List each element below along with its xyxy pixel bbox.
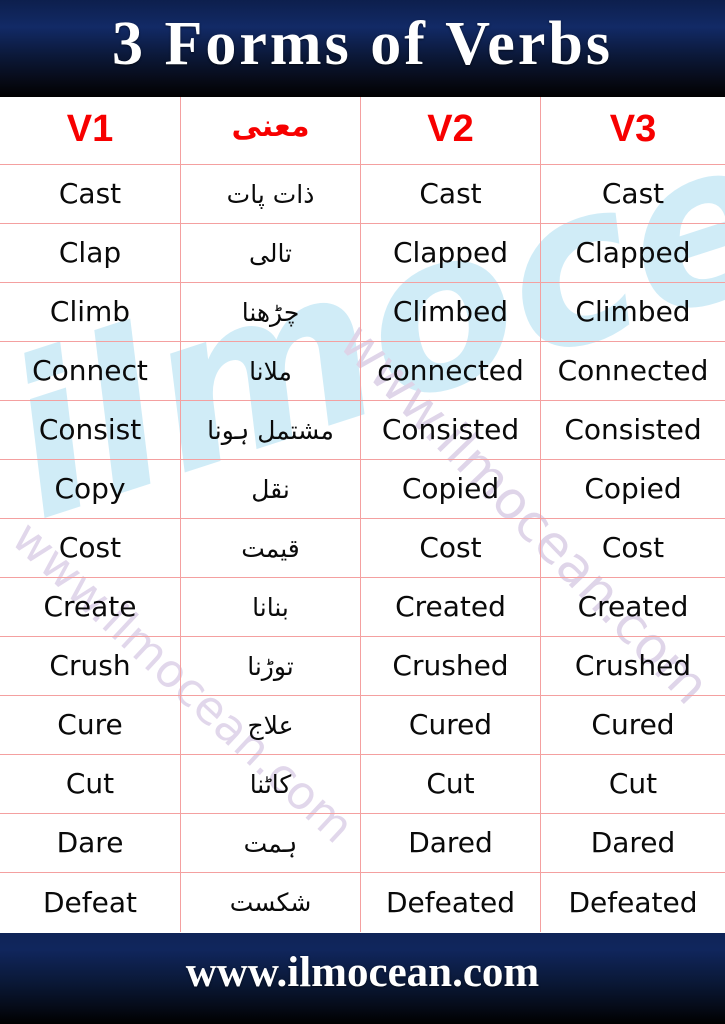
cell-meaning: قیمت: [181, 519, 361, 577]
table-row: Create بنانا Created Created: [0, 578, 725, 637]
cell-v1: Create: [0, 578, 181, 636]
cell-v1: Crush: [0, 637, 181, 695]
column-header-v1: V1: [0, 97, 181, 164]
table-row: Copy نقل Copied Copied: [0, 460, 725, 519]
cell-meaning: ہمت: [181, 814, 361, 872]
cell-v2: Clapped: [361, 224, 541, 282]
cell-v2: Cut: [361, 755, 541, 813]
cell-v2: Climbed: [361, 283, 541, 341]
cell-v2: Crushed: [361, 637, 541, 695]
cell-meaning: نقل: [181, 460, 361, 518]
cell-meaning: بنانا: [181, 578, 361, 636]
cell-v2: Cast: [361, 165, 541, 223]
cell-v2: Cost: [361, 519, 541, 577]
verb-forms-poster: 3 Forms of Verbs ilmocean www.ilmocean.c…: [0, 0, 725, 1024]
table-row: Cast ذات پات Cast Cast: [0, 165, 725, 224]
table-row: Consist مشتمل ہونا Consisted Consisted: [0, 401, 725, 460]
column-header-meaning: معنی: [181, 97, 361, 164]
cell-v3: Consisted: [564, 413, 702, 446]
cell-v1: Cast: [0, 165, 181, 223]
column-header-v3: V3: [609, 107, 657, 150]
table-row: Cure علاج Cured Cured: [0, 696, 725, 755]
cell-v1: Connect: [0, 342, 181, 400]
page-title: 3 Forms of Verbs: [112, 9, 613, 78]
cell-meaning: چڑھنا: [181, 283, 361, 341]
cell-v3: Crushed: [574, 649, 692, 682]
cell-meaning: علاج: [181, 696, 361, 754]
cell-v3: Cut: [608, 767, 658, 800]
cell-v3: Clapped: [575, 236, 691, 269]
cell-v2: Consisted: [361, 401, 541, 459]
column-header-v2: V2: [361, 97, 541, 164]
cell-v3: Connected: [557, 354, 709, 387]
cell-meaning: ذات پات: [181, 165, 361, 223]
table-row: Crush توڑنا Crushed Crushed: [0, 637, 725, 696]
cell-v2: Dared: [361, 814, 541, 872]
cell-meaning: ملانا: [181, 342, 361, 400]
cell-v3: Cured: [591, 708, 675, 741]
verb-forms-table: V1 معنی V2 V3 Cast ذات پات Cast Cast Cla…: [0, 97, 725, 933]
bottom-banner: www.ilmocean.com: [0, 933, 725, 1024]
cell-v2: Copied: [361, 460, 541, 518]
cell-v1: Cure: [0, 696, 181, 754]
cell-v1: Climb: [0, 283, 181, 341]
table-row: Climb چڑھنا Climbed Climbed: [0, 283, 725, 342]
table-row: Defeat شکست Defeated Defeated: [0, 873, 725, 932]
cell-meaning: تالی: [181, 224, 361, 282]
cell-meaning: شکست: [181, 873, 361, 932]
cell-v3: Copied: [584, 472, 682, 505]
cell-v3: Defeated: [568, 885, 698, 919]
cell-v1: Clap: [0, 224, 181, 282]
cell-v1: Dare: [0, 814, 181, 872]
cell-v2: Defeated: [361, 873, 541, 932]
cell-v3: Dared: [590, 826, 676, 859]
cell-v2: connected: [361, 342, 541, 400]
cell-v1: Cost: [0, 519, 181, 577]
cell-v2: Created: [361, 578, 541, 636]
cell-v1: Cut: [0, 755, 181, 813]
cell-v3: Climbed: [575, 295, 691, 328]
cell-v3: Cast: [601, 177, 665, 210]
cell-v1: Copy: [0, 460, 181, 518]
table-row: Dare ہمت Dared Dared: [0, 814, 725, 873]
cell-v3: Cost: [601, 531, 665, 564]
cell-meaning: کاٹنا: [181, 755, 361, 813]
table-header-row: V1 معنی V2 V3: [0, 97, 725, 165]
top-banner: 3 Forms of Verbs: [0, 0, 725, 97]
cell-meaning: مشتمل ہونا: [181, 401, 361, 459]
cell-v2: Cured: [361, 696, 541, 754]
cell-v1: Defeat: [0, 873, 181, 932]
website-url: www.ilmocean.com: [185, 949, 540, 996]
cell-v3: Created: [577, 590, 689, 623]
table-row: Cost قیمت Cost Cost: [0, 519, 725, 578]
cell-v1: Consist: [0, 401, 181, 459]
cell-meaning: توڑنا: [181, 637, 361, 695]
table-row: Cut کاٹنا Cut Cut: [0, 755, 725, 814]
table-row: Connect ملانا connected Connected: [0, 342, 725, 401]
table-row: Clap تالی Clapped Clapped: [0, 224, 725, 283]
